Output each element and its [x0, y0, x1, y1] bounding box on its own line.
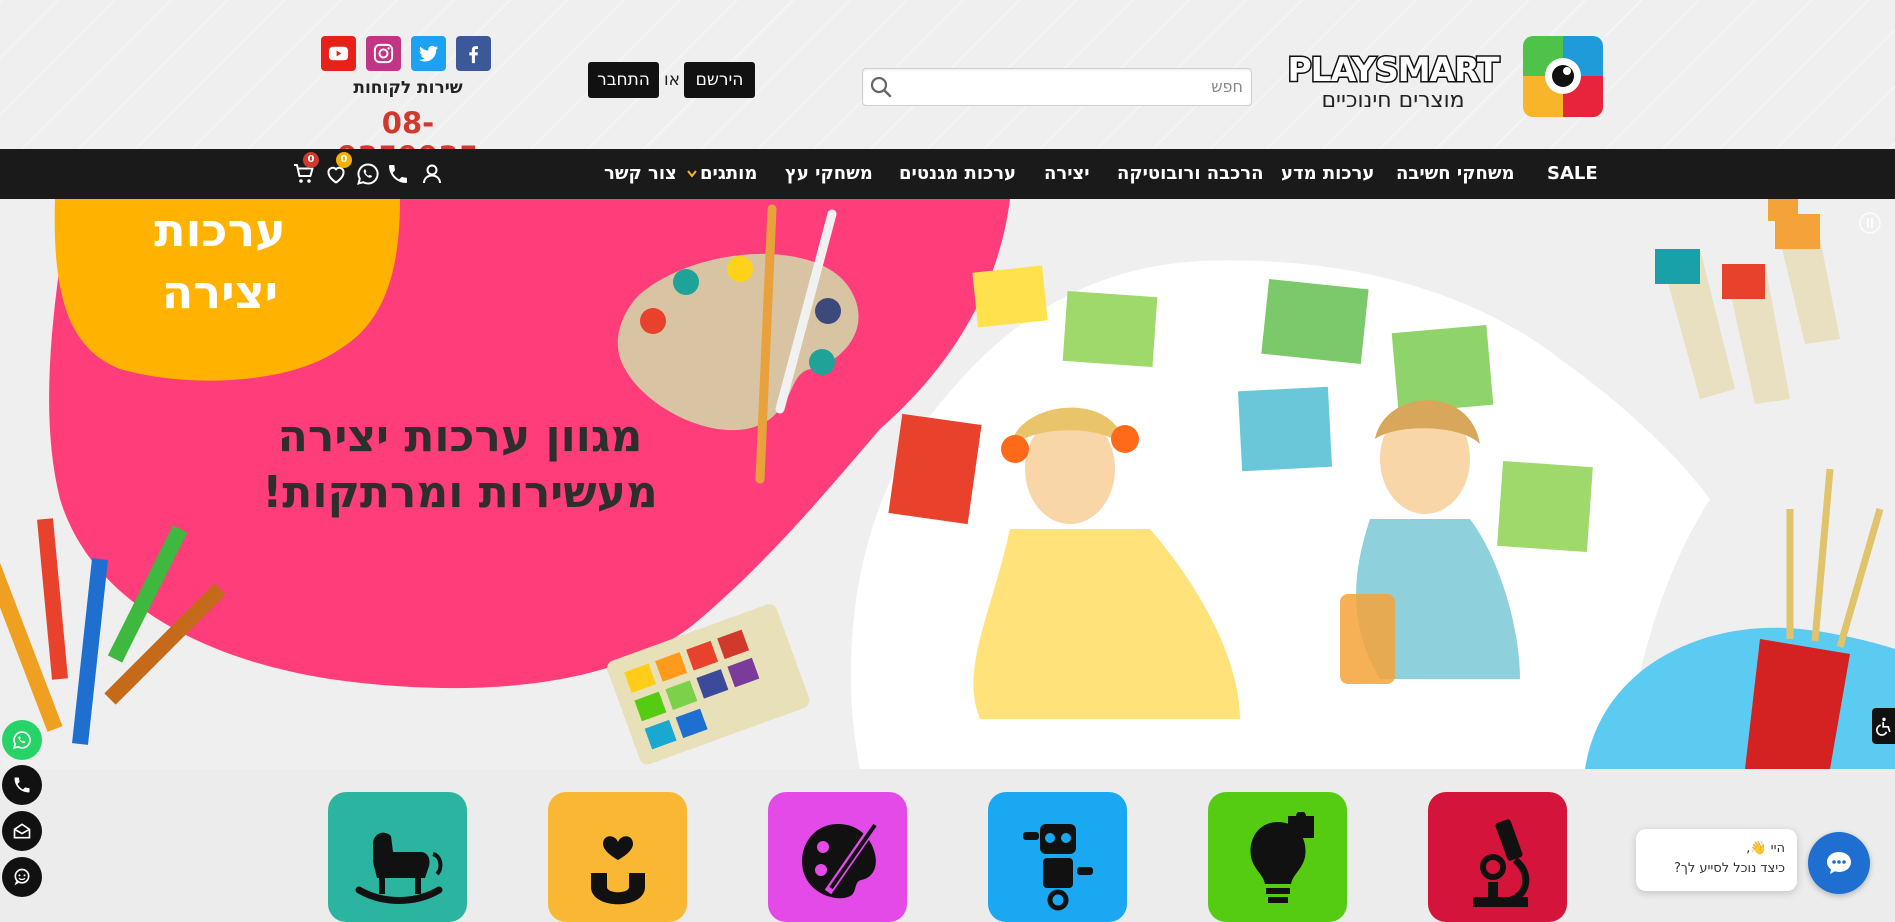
user-icon[interactable] — [420, 162, 444, 186]
facebook-icon[interactable] — [456, 36, 491, 71]
hero-heading-line1: מגוון ערכות יצירה — [277, 411, 643, 462]
microscope-icon — [1473, 819, 1530, 907]
customer-service-label: שירות לקוחות — [353, 78, 463, 98]
accessibility-button[interactable] — [1872, 708, 1895, 744]
brand-tagline: מוצרים חינוכיים — [1321, 88, 1465, 113]
hero-badge-title: ערכות יצירה — [110, 199, 330, 323]
wall-drawing — [1261, 278, 1369, 365]
robot-icon — [1023, 824, 1093, 911]
floating-email-button[interactable] — [2, 811, 42, 851]
nav-item-crafts[interactable]: יצירה — [1044, 149, 1090, 199]
site-header: PLAYSMART מוצרים חינוכיים הירשם או התחבר… — [0, 0, 1895, 174]
wall-drawing — [1062, 290, 1158, 368]
floating-chat-button[interactable] — [2, 857, 42, 897]
nav-item-sale[interactable]: SALE — [1547, 149, 1598, 199]
login-button[interactable]: התחבר — [588, 62, 659, 98]
logo-icon[interactable] — [1523, 36, 1603, 117]
nav-item-contact[interactable]: צור קשר — [604, 149, 677, 199]
chat-greeting-line: היי 👋, — [1746, 841, 1785, 856]
chat-greeting-bubble[interactable]: היי 👋, כיצד נוכל לסייע לך? — [1636, 829, 1797, 891]
hero-heading: מגוון ערכות יצירה מעשירות ומרתקות! — [240, 409, 680, 521]
wall-drawing — [1497, 460, 1593, 553]
cart-count-badge: 0 — [303, 152, 319, 168]
floating-whatsapp-button[interactable] — [2, 720, 42, 760]
or-separator: או — [664, 70, 680, 90]
category-tile-science[interactable] — [1428, 792, 1567, 922]
hero-badge-line1: ערכות — [154, 203, 286, 257]
twitter-icon[interactable] — [411, 36, 446, 71]
category-tile-crafts[interactable] — [768, 792, 907, 922]
phone-icon — [14, 777, 30, 793]
chat-smile-icon — [14, 868, 30, 886]
register-button[interactable]: הירשם — [684, 62, 755, 98]
chat-question-line: כיצד נוכל לסייע לך? — [1673, 861, 1785, 876]
nav-item-magnet-kits[interactable]: ערכות מגנטים — [899, 149, 1016, 199]
hero-heading-line2: מעשירות ומרתקות! — [262, 467, 658, 518]
search-box — [862, 68, 1252, 106]
wishlist-count-badge: 0 — [336, 152, 352, 168]
hero-badge-line2: יצירה — [161, 265, 279, 319]
pause-icon[interactable] — [1858, 211, 1882, 235]
rocking-horse-icon — [355, 832, 443, 904]
envelope-icon — [13, 823, 31, 839]
magnet-icon — [591, 836, 645, 905]
search-input[interactable] — [897, 69, 1249, 103]
hero-banner[interactable]: ערכות יצירה מגוון ערכות יצירה מעשירות ומ… — [0, 199, 1895, 769]
wall-drawing — [972, 265, 1048, 328]
instagram-icon[interactable] — [366, 36, 401, 71]
category-tile-thinking[interactable] — [1208, 792, 1347, 922]
nav-item-thinking-games[interactable]: משחקי חשיבה — [1396, 149, 1515, 199]
wall-drawing — [1237, 386, 1333, 472]
category-tile-magnets[interactable] — [548, 792, 687, 922]
brand-name: PLAYSMART — [1286, 50, 1501, 89]
nav-item-wooden-games[interactable]: משחקי עץ — [785, 149, 873, 199]
youtube-icon[interactable] — [321, 36, 356, 71]
category-tile-robotics[interactable] — [988, 792, 1127, 922]
phone-icon[interactable] — [386, 162, 410, 186]
nav-item-robotics[interactable]: הרכבה ורובוטיקה — [1117, 149, 1264, 199]
wall-drawing — [1391, 324, 1494, 413]
chat-launcher-button[interactable] — [1808, 832, 1870, 894]
logo-wordmark[interactable]: PLAYSMART מוצרים חינוכיים — [1282, 50, 1504, 114]
palette-icon — [802, 823, 877, 899]
wall-drawing — [888, 413, 982, 525]
chat-bubble-icon — [1827, 852, 1851, 874]
category-tile-wooden[interactable] — [328, 792, 467, 922]
floating-phone-button[interactable] — [2, 765, 42, 805]
paint-jar — [1340, 594, 1395, 684]
whatsapp-icon[interactable] — [356, 162, 380, 186]
nav-item-science-kits[interactable]: ערכות מדע — [1281, 149, 1374, 199]
main-nav: SALE משחקי חשיבה ערכות מדע הרכבה ורובוטי… — [0, 149, 1895, 199]
puzzle-bulb-icon — [1250, 812, 1314, 903]
search-icon[interactable] — [869, 75, 893, 99]
wheelchair-icon — [1876, 717, 1891, 736]
nav-item-brands[interactable]: מותגים — [700, 149, 757, 199]
chevron-down-icon[interactable] — [687, 170, 697, 178]
whatsapp-icon — [12, 731, 31, 750]
